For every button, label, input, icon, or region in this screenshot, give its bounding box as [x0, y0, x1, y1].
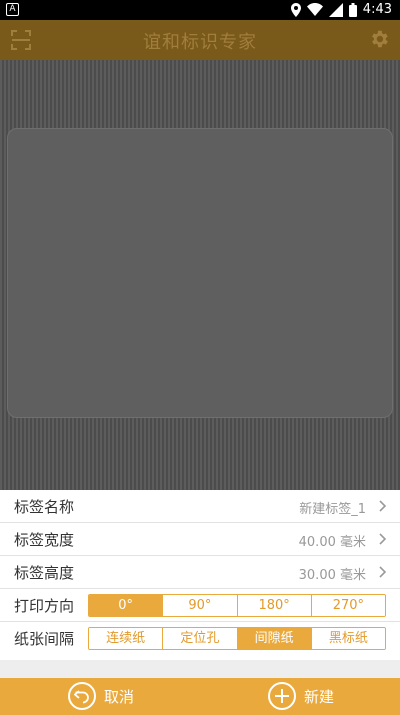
paper-option-hole[interactable]: 定位孔 — [163, 628, 238, 649]
row-label-name[interactable]: 标签名称 新建标签_1 — [0, 490, 400, 523]
app-bar: 谊和标识专家 — [0, 20, 400, 60]
chevron-right-icon — [379, 500, 387, 512]
cancel-label: 取消 — [104, 687, 135, 706]
row-label-width[interactable]: 标签宽度 40.00 毫米 — [0, 523, 400, 556]
panel-spacer — [0, 660, 400, 678]
row-paper-gap: 纸张间隔 连续纸 定位孔 间隙纸 黑标纸 — [0, 622, 400, 655]
label-name-label: 标签名称 — [14, 498, 75, 516]
row-label-height[interactable]: 标签高度 30.00 毫米 — [0, 556, 400, 589]
new-button[interactable]: 新建 — [268, 682, 334, 710]
location-icon — [290, 2, 301, 17]
plus-icon — [268, 682, 296, 710]
new-label: 新建 — [304, 687, 335, 706]
notification-a-icon: A — [6, 3, 19, 16]
direction-option-0[interactable]: 0° — [89, 595, 164, 616]
print-direction-selector: 0° 90° 180° 270° — [88, 594, 386, 617]
paper-option-black-mark[interactable]: 黑标纸 — [311, 628, 385, 649]
paper-option-continuous[interactable]: 连续纸 — [89, 628, 164, 649]
label-name-value: 新建标签_1 — [299, 502, 366, 517]
battery-icon — [348, 2, 357, 17]
direction-option-90[interactable]: 90° — [163, 595, 238, 616]
cancel-button[interactable]: 取消 — [68, 682, 134, 710]
status-bar: A 4:43 — [0, 0, 400, 20]
undo-icon — [68, 682, 96, 710]
label-width-value: 40.00 毫米 — [298, 535, 366, 550]
print-direction-label: 打印方向 — [14, 597, 75, 615]
paper-gap-label: 纸张间隔 — [14, 630, 75, 648]
paper-option-gap[interactable]: 间隙纸 — [237, 628, 312, 649]
label-canvas-area[interactable] — [0, 60, 400, 490]
label-settings-panel: 标签名称 新建标签_1 标签宽度 40.00 毫米 标签高度 30.00 毫米 … — [0, 490, 400, 678]
label-height-label: 标签高度 — [14, 564, 75, 582]
direction-option-180[interactable]: 180° — [237, 595, 312, 616]
status-icons: 4:43 — [290, 2, 392, 17]
row-print-direction: 打印方向 0° 90° 180° 270° — [0, 589, 400, 622]
label-height-value: 30.00 毫米 — [298, 568, 366, 583]
label-preview[interactable] — [7, 128, 393, 418]
status-time: 4:43 — [362, 2, 392, 17]
label-width-label: 标签宽度 — [14, 531, 75, 549]
page-title: 谊和标识专家 — [143, 32, 257, 53]
direction-option-270[interactable]: 270° — [311, 595, 385, 616]
wifi-icon — [306, 3, 323, 16]
signal-icon — [328, 2, 343, 17]
bottom-action-bar: 取消 新建 — [0, 678, 400, 715]
chevron-right-icon — [379, 566, 387, 578]
chevron-right-icon — [379, 533, 387, 545]
gear-icon[interactable] — [368, 28, 390, 50]
paper-type-selector: 连续纸 定位孔 间隙纸 黑标纸 — [88, 627, 386, 650]
